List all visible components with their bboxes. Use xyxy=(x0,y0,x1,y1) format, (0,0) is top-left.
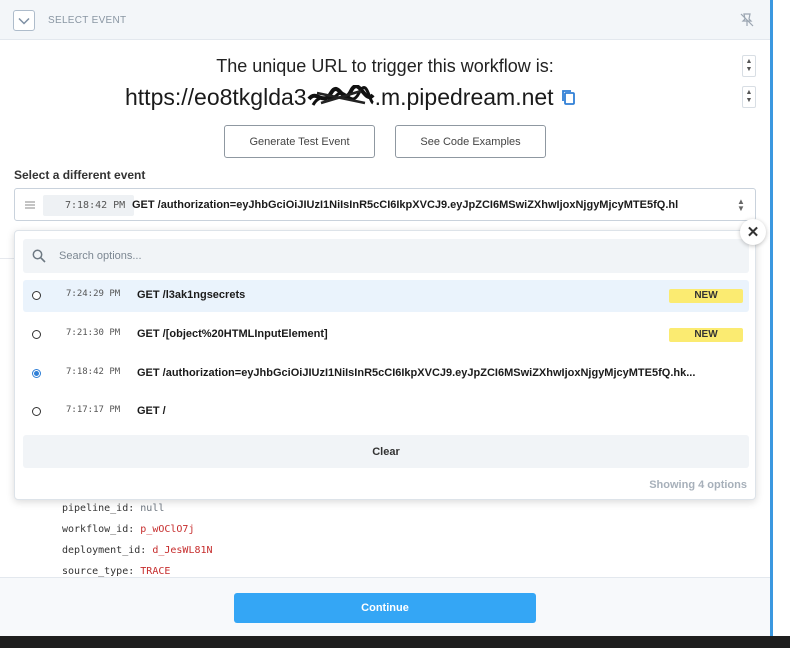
option-label: GET /authorization=eyJhbGciOiJIUzI1NiIsI… xyxy=(137,367,696,379)
option-time: 7:24:29 PM xyxy=(66,289,121,299)
scroll-up-icon: ▲ xyxy=(745,89,753,96)
option-time: 7:18:42 PM xyxy=(66,367,121,377)
selected-event-value: GET /authorization=eyJhbGciOiJIUzI1NiIsI… xyxy=(132,199,679,211)
chevron-down-icon xyxy=(18,17,30,25)
code-value: null xyxy=(140,503,165,514)
option-time: 7:17:17 PM xyxy=(66,405,121,415)
continue-button[interactable]: Continue xyxy=(234,593,536,623)
new-badge: NEW xyxy=(669,328,743,342)
redaction-scribble xyxy=(307,83,375,111)
clear-button[interactable]: Clear xyxy=(23,435,749,468)
code-key: deployment_id xyxy=(62,545,141,556)
search-icon xyxy=(32,249,46,263)
collapse-button[interactable] xyxy=(13,10,35,31)
window-bottom-bar xyxy=(0,636,790,648)
code-value: p_wOClO7j xyxy=(140,524,195,535)
event-dropdown: 7:24:29 PM GET /l3ak1ngsecrets NEW 7:21:… xyxy=(14,230,756,500)
panel-focus-border xyxy=(770,0,773,636)
code-line-pipeline: pipeline_id: null xyxy=(62,503,165,514)
event-panel: SELECT EVENT ▲ ▼ ▲ ▼ The unique URL to tri… xyxy=(0,0,772,636)
code-line-deployment: deployment_id: d_JesWL81N xyxy=(62,545,213,556)
code-key: pipeline_id xyxy=(62,503,129,514)
scroll-down-icon: ▼ xyxy=(745,97,753,104)
search-input[interactable] xyxy=(59,239,739,273)
showing-count: Showing 4 options xyxy=(649,479,747,491)
option-label: GET /l3ak1ngsecrets xyxy=(137,289,246,301)
unpin-icon[interactable] xyxy=(739,12,755,28)
search-row xyxy=(23,239,749,273)
code-key: source_type xyxy=(62,566,129,577)
close-icon[interactable]: ✕ xyxy=(740,219,766,245)
event-select[interactable]: 7:18:42 PM GET /authorization=eyJhbGciOi… xyxy=(14,188,756,221)
radio-button[interactable] xyxy=(32,330,41,339)
radio-button-selected[interactable] xyxy=(32,369,41,378)
panel-header: SELECT EVENT xyxy=(0,0,770,40)
option-label: GET /[object%20HTMLInputElement] xyxy=(137,328,328,340)
divider xyxy=(0,258,14,259)
url-prefix: https://eo8tkglda3 xyxy=(125,84,307,110)
option-item[interactable]: 7:24:29 PM GET /l3ak1ngsecrets NEW xyxy=(23,280,749,312)
selected-event-time: 7:18:42 PM xyxy=(43,195,135,216)
option-item[interactable]: 7:17:17 PM GET / xyxy=(23,396,749,428)
code-line-workflow: workflow_id: p_wOClO7j xyxy=(62,524,195,535)
option-item-selected[interactable]: 7:18:42 PM GET /authorization=eyJhbGciOi… xyxy=(23,358,749,390)
generate-test-event-button[interactable]: Generate Test Event xyxy=(224,125,375,158)
radio-button[interactable] xyxy=(32,407,41,416)
radio-button[interactable] xyxy=(32,291,41,300)
new-badge: NEW xyxy=(669,289,743,303)
option-label: GET / xyxy=(137,405,166,417)
code-key: workflow_id xyxy=(62,524,129,535)
select-arrows-icon: ▲ ▼ xyxy=(737,197,745,213)
scroll-spinner-bottom[interactable]: ▲ ▼ xyxy=(742,86,756,108)
list-icon xyxy=(25,201,35,209)
code-line-source: source_type: TRACE xyxy=(62,566,171,577)
select-event-label: Select a different event xyxy=(14,168,146,182)
trigger-url: https://eo8tkglda3 .m.pipedream.net xyxy=(125,83,576,111)
option-time: 7:21:30 PM xyxy=(66,328,121,338)
option-item[interactable]: 7:21:30 PM GET /[object%20HTMLInputEleme… xyxy=(23,319,749,351)
panel-title: SELECT EVENT xyxy=(48,15,127,26)
url-suffix: .m.pipedream.net xyxy=(374,84,554,110)
copy-icon[interactable] xyxy=(561,89,576,106)
see-code-examples-button[interactable]: See Code Examples xyxy=(395,125,546,158)
code-value: d_JesWL81N xyxy=(152,545,213,556)
code-value: TRACE xyxy=(140,566,171,577)
trigger-intro-text: The unique URL to trigger this workflow … xyxy=(216,56,554,76)
